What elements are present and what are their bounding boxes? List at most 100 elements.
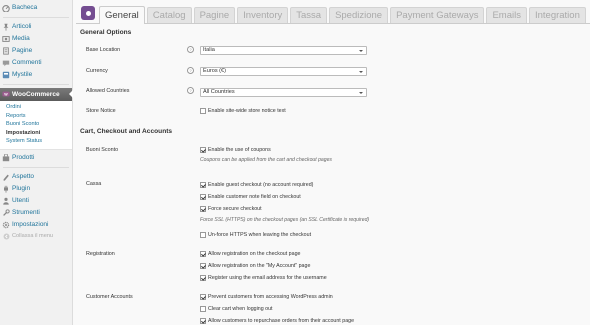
tab-pagine[interactable]: Pagine: [193, 7, 236, 23]
force-secure-checkbox[interactable]: [200, 206, 206, 212]
help-icon[interactable]: ?: [187, 46, 194, 53]
help-icon[interactable]: ?: [187, 87, 194, 94]
menu-separator: [3, 84, 69, 85]
menu-item-articoli[interactable]: Articoli: [0, 21, 72, 33]
registration-checkout-checkbox[interactable]: [200, 251, 206, 257]
store-notice-checkbox-label: Enable site-wide store notice text: [208, 108, 286, 114]
tab-general[interactable]: General: [99, 6, 145, 24]
tab-inventory[interactable]: Inventory: [237, 7, 289, 23]
plugin-icon: [2, 185, 10, 193]
tab-payment-gateways[interactable]: Payment Gateways: [390, 7, 485, 23]
clear-cart-row[interactable]: Clear cart when logging out: [200, 305, 272, 313]
appearance-icon: [2, 173, 10, 181]
force-ssl-description: Force SSL (HTTPS) on the checkout pages …: [200, 217, 370, 223]
menu-item-prodotti[interactable]: Prodotti: [0, 152, 72, 164]
unforce-https-row[interactable]: Un-force HTTPS when leaving the checkout: [200, 231, 311, 239]
repurchase-checkbox[interactable]: [200, 318, 206, 324]
pin-icon: [2, 23, 10, 31]
chevron-down-icon: [359, 71, 363, 73]
registration-my-account-label: Allow registration on the "My Account" p…: [208, 263, 311, 269]
register-email-checkbox[interactable]: [200, 275, 206, 281]
guest-checkout-checkbox[interactable]: [200, 182, 206, 188]
submenu-buoni-sconto[interactable]: Buoni Sconto: [0, 120, 72, 129]
currency-label: Currency: [86, 68, 108, 74]
tab-tassa[interactable]: Tassa: [290, 7, 328, 23]
menu-label-articoli: Articoli: [12, 23, 32, 30]
submenu-system-status[interactable]: System Status: [0, 137, 72, 146]
prevent-admin-label: Prevent customers from accessing WordPre…: [208, 294, 333, 300]
customer-note-row[interactable]: Enable customer note field on checkout: [200, 193, 301, 201]
buoni-sconto-label: Buoni Sconto: [86, 147, 119, 153]
registration-checkout-label: Allow registration on the checkout page: [208, 251, 301, 257]
tab-spedizione[interactable]: Spedizione: [329, 7, 389, 23]
allowed-countries-select[interactable]: All Countries: [200, 88, 367, 97]
submenu-reports[interactable]: Reports: [0, 112, 72, 121]
menu-item-strumenti[interactable]: Strumenti: [0, 207, 72, 219]
repurchase-label: Allow customers to repurchase orders fro…: [208, 318, 355, 324]
clear-cart-label: Clear cart when logging out: [208, 306, 273, 312]
admin-sidebar: Bacheca Articoli Media Pagine Commenti M…: [0, 0, 73, 325]
unforce-https-label: Un-force HTTPS when leaving the checkout: [208, 232, 312, 238]
base-location-label: Base Location: [86, 47, 121, 53]
products-icon: [2, 153, 10, 162]
general-options-heading: General Options: [80, 29, 132, 36]
base-location-select[interactable]: Italia: [200, 46, 367, 55]
force-secure-row[interactable]: Force secure checkout: [200, 205, 262, 213]
force-secure-label: Force secure checkout: [208, 206, 262, 212]
coupons-checkbox-label: Enable the use of coupons: [208, 147, 271, 153]
registration-my-account-checkbox[interactable]: [200, 263, 206, 269]
base-location-value: Italia: [203, 47, 215, 53]
clear-cart-checkbox[interactable]: [200, 306, 206, 312]
settings-tabs: General Catalog Pagine Inventory Tassa S…: [76, 4, 590, 24]
menu-item-pagine[interactable]: Pagine: [0, 45, 72, 57]
submenu-ordini[interactable]: Ordini: [0, 103, 72, 112]
help-icon[interactable]: ?: [187, 67, 194, 74]
svg-text:W: W: [4, 92, 8, 96]
media-icon: [2, 35, 10, 43]
menu-item-commenti[interactable]: Commenti: [0, 57, 72, 69]
menu-item-plugin[interactable]: Plugin: [0, 183, 72, 195]
registration-my-account-row[interactable]: Allow registration on the "My Account" p…: [200, 262, 310, 270]
menu-item-mystile[interactable]: Mystile: [0, 69, 72, 81]
menu-label-bacheca: Bacheca: [12, 4, 38, 11]
store-notice-checkbox-row[interactable]: Enable site-wide store notice text: [200, 107, 286, 115]
menu-item-bacheca[interactable]: Bacheca: [0, 2, 72, 14]
menu-item-aspetto[interactable]: Aspetto: [0, 171, 72, 183]
customer-accounts-label: Customer Accounts: [86, 294, 133, 300]
guest-checkout-label: Enable guest checkout (no account requir…: [208, 182, 314, 188]
prevent-admin-row[interactable]: Prevent customers from accessing WordPre…: [200, 293, 333, 301]
menu-separator: [3, 17, 69, 18]
registration-checkout-row[interactable]: Allow registration on the checkout page: [200, 250, 300, 258]
guest-checkout-row[interactable]: Enable guest checkout (no account requir…: [200, 181, 313, 189]
menu-item-woocommerce[interactable]: W WooCommerce: [0, 88, 73, 101]
collapse-menu[interactable]: Collassa il menu: [0, 231, 72, 242]
allowed-countries-label: Allowed Countries: [86, 88, 130, 94]
menu-item-impostazioni[interactable]: Impostazioni: [0, 219, 72, 231]
customer-note-label: Enable customer note field on checkout: [208, 194, 301, 200]
menu-item-utenti[interactable]: Utenti: [0, 195, 72, 207]
cart-checkout-heading: Cart, Checkout and Accounts: [80, 128, 173, 135]
coupons-checkbox-row[interactable]: Enable the use of coupons: [200, 146, 271, 154]
tab-integration[interactable]: Integration: [528, 7, 586, 23]
settings-content: General Catalog Pagine Inventory Tassa S…: [73, 0, 590, 325]
submenu-impostazioni[interactable]: Impostazioni: [0, 129, 72, 138]
tab-catalog[interactable]: Catalog: [146, 7, 192, 23]
allowed-countries-value: All Countries: [203, 89, 235, 95]
tab-emails[interactable]: Emails: [486, 7, 527, 23]
repurchase-row[interactable]: Allow customers to repurchase orders fro…: [200, 317, 354, 325]
menu-item-media[interactable]: Media: [0, 33, 72, 45]
currency-select[interactable]: Euros (€): [200, 67, 367, 76]
cassa-label: Cassa: [86, 181, 102, 187]
chevron-down-icon: [359, 92, 363, 94]
store-notice-label: Store Notice: [86, 108, 116, 114]
prevent-admin-checkbox[interactable]: [200, 294, 206, 300]
chevron-down-icon: [359, 50, 363, 52]
customer-note-checkbox[interactable]: [200, 194, 206, 200]
store-notice-checkbox[interactable]: [200, 108, 206, 114]
menu-label-mystile: Mystile: [12, 71, 33, 78]
register-email-row[interactable]: Register using the email address for the…: [200, 274, 327, 282]
currency-value: Euros (€): [203, 68, 227, 74]
coupons-checkbox[interactable]: [200, 147, 206, 153]
unforce-https-checkbox[interactable]: [200, 232, 206, 238]
settings-icon: [2, 221, 10, 229]
